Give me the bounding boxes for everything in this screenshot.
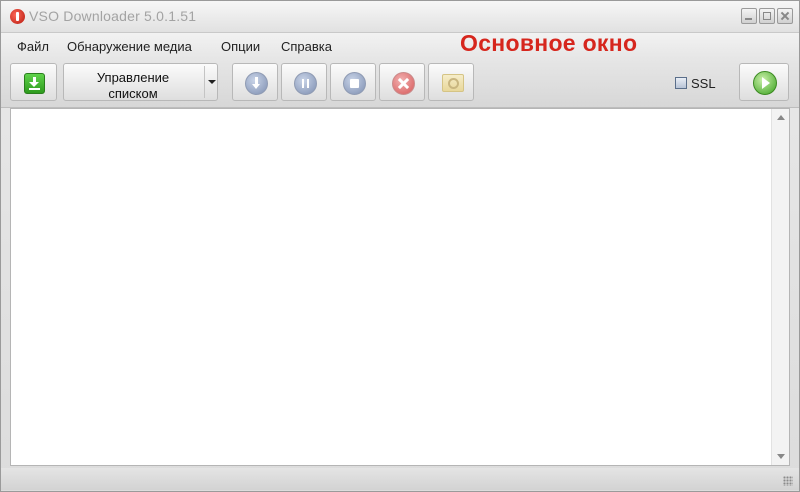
pause-button[interactable] [281, 63, 327, 101]
list-management-label: Управление списком [96, 70, 170, 101]
open-folder-button[interactable] [428, 63, 474, 101]
pause-icon [294, 72, 317, 95]
menu-help[interactable]: Справка [281, 39, 332, 54]
toolbar: Управление списком SSL [1, 59, 799, 108]
download-button[interactable] [232, 63, 278, 101]
title-bar[interactable]: VSO Downloader 5.0.1.51 [1, 1, 799, 33]
download-list[interactable] [10, 108, 790, 466]
stop-button[interactable] [330, 63, 376, 101]
stop-icon [343, 72, 366, 95]
app-logo-icon [10, 9, 25, 24]
cancel-button[interactable] [379, 63, 425, 101]
menu-file[interactable]: Файл [17, 39, 49, 54]
vertical-scrollbar[interactable] [771, 109, 789, 465]
cancel-icon [392, 72, 415, 95]
minimize-button[interactable] [741, 8, 757, 24]
window-title: VSO Downloader 5.0.1.51 [29, 8, 197, 24]
resize-grip-icon[interactable] [783, 476, 793, 486]
main-window-caption: Основное окно [460, 30, 638, 56]
status-bar [1, 468, 799, 490]
menu-options[interactable]: Опции [221, 39, 260, 54]
add-download-icon [24, 73, 45, 94]
close-button[interactable] [777, 8, 793, 24]
menu-media-detection[interactable]: Обнаружение медиа [67, 39, 192, 54]
ssl-label: SSL [691, 76, 716, 91]
ssl-checkbox[interactable] [675, 77, 687, 89]
window-controls [741, 8, 793, 24]
app-window: VSO Downloader 5.0.1.51 Файл Обнаружение… [0, 0, 800, 492]
vso-logo-icon [753, 71, 777, 95]
menu-bar: Файл Обнаружение медиа Опции Справка [1, 33, 799, 59]
scroll-up-icon[interactable] [777, 115, 785, 120]
vso-logo-button[interactable] [739, 63, 789, 101]
dropdown-separator [204, 66, 205, 98]
add-download-button[interactable] [10, 63, 57, 101]
scroll-down-icon[interactable] [777, 454, 785, 459]
list-management-button[interactable]: Управление списком [63, 63, 218, 101]
download-icon [245, 72, 268, 95]
maximize-button[interactable] [759, 8, 775, 24]
open-folder-icon [442, 74, 464, 92]
chevron-down-icon[interactable] [208, 80, 216, 84]
